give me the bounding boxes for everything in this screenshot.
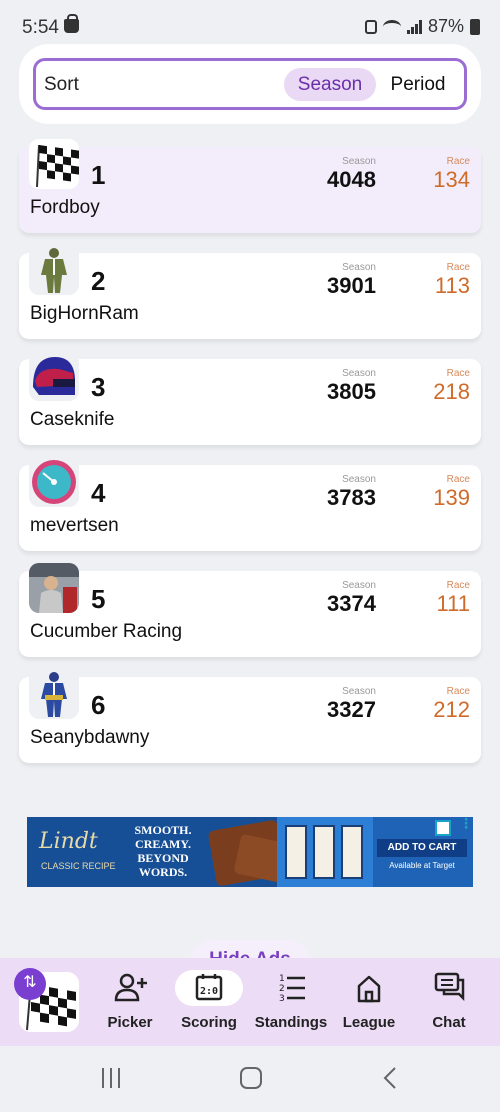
- bottom-nav: ⇅ Picker 2:0 Scoring 1 2 3 Standings Lea…: [0, 958, 500, 1046]
- ad-copy: SMOOTH. CREAMY. BEYOND WORDS.: [134, 823, 192, 879]
- scoreboard-icon: 2:0: [175, 970, 243, 1006]
- green-firesuit-avatar: [29, 245, 79, 295]
- ad-banner[interactable]: Lindt CLASSIC RECIPE SMOOTH. CREAMY. BEY…: [27, 817, 473, 887]
- shopping-bag-icon: [64, 14, 79, 33]
- sort-card: Sort Season Period: [19, 44, 481, 124]
- signal-icon: [406, 19, 422, 34]
- product-image: [277, 817, 373, 887]
- season-label: Season: [342, 156, 376, 167]
- sort-control: Sort Season Period: [33, 58, 467, 110]
- rank: 1: [91, 160, 106, 190]
- battery-percent: 87%: [427, 16, 464, 36]
- standings-row[interactable]: 4 mevertsen Season 3783 Race 139: [19, 457, 481, 551]
- svg-text:1: 1: [279, 974, 285, 984]
- race-points: 111: [436, 591, 470, 616]
- battery-icon: [470, 18, 480, 35]
- nav-label: Standings: [254, 1014, 328, 1031]
- status-time: 5:54: [22, 17, 59, 38]
- season-points: 3374: [327, 591, 376, 616]
- person-add-icon: [114, 973, 147, 1002]
- nav-picker[interactable]: Picker: [89, 970, 171, 1031]
- race-points: 218: [433, 379, 470, 404]
- team-name: Caseknife: [30, 409, 115, 430]
- race-label: Race: [446, 368, 470, 379]
- gauge-avatar: [29, 457, 79, 507]
- svg-text:3: 3: [279, 994, 285, 1004]
- ad-brand: Lindt: [39, 829, 98, 854]
- status-icons: 87%: [364, 16, 480, 37]
- season-points: 3901: [327, 273, 376, 298]
- race-label: Race: [446, 262, 470, 273]
- standings-row[interactable]: 2 BigHornRam Season 3901 Race 113: [19, 245, 481, 339]
- ad-brand-sub: CLASSIC RECIPE: [41, 861, 116, 871]
- standings-row[interactable]: 1 Fordboy Season 4048 Race 134: [19, 139, 481, 233]
- season-points: 3327: [327, 697, 376, 722]
- standings-row[interactable]: 3 Caseknife Season 3805 Race 218: [19, 351, 481, 445]
- home-icon: [357, 975, 381, 1003]
- status-bar: 5:54 87%: [0, 0, 500, 48]
- nav-label: Chat: [432, 1014, 466, 1031]
- team-name: Seanybdawny: [30, 727, 150, 748]
- race-points: 134: [433, 167, 470, 192]
- standings-row[interactable]: 5 Cucumber Racing Season 3374 Race 111: [19, 563, 481, 657]
- race-points: 212: [433, 697, 470, 722]
- chat-icon: [434, 972, 465, 1002]
- wifi-icon: [382, 19, 401, 34]
- checkered-flag-avatar: [29, 139, 79, 189]
- team-name: Cucumber Racing: [30, 621, 183, 642]
- svg-text:2:0: 2:0: [200, 986, 218, 997]
- ranked-list-icon: 1 2 3: [279, 974, 305, 1004]
- system-nav-bar: [0, 1046, 500, 1112]
- race-points: 113: [434, 273, 470, 298]
- race-label: Race: [446, 156, 470, 167]
- recent-apps-icon[interactable]: [100, 1066, 122, 1090]
- switch-team-icon[interactable]: ⇅: [14, 968, 46, 1000]
- helmet-avatar: [29, 351, 79, 401]
- season-points: 4048: [327, 167, 376, 192]
- nav-scoring[interactable]: 2:0 Scoring: [168, 970, 250, 1031]
- nav-label: League: [342, 1014, 396, 1031]
- more-vert-icon[interactable]: ⋮: [459, 817, 473, 830]
- race-label: Race: [446, 474, 470, 485]
- race-points: 139: [433, 485, 470, 510]
- team-name: mevertsen: [30, 515, 119, 536]
- nav-label: Scoring: [181, 1014, 237, 1031]
- blue-firesuit-avatar: [29, 669, 79, 719]
- svg-text:2: 2: [279, 984, 285, 994]
- season-label: Season: [342, 262, 376, 273]
- sort-label: Sort: [44, 74, 79, 95]
- nav-standings[interactable]: 1 2 3 Standings: [250, 970, 332, 1031]
- nav-chat[interactable]: Chat: [408, 970, 490, 1031]
- rank: 6: [91, 690, 106, 720]
- rank: 2: [91, 266, 106, 296]
- race-label: Race: [446, 686, 470, 697]
- season-label: Season: [342, 686, 376, 697]
- season-label: Season: [342, 368, 376, 379]
- ad-choices-icon[interactable]: [435, 820, 451, 836]
- sort-option-period[interactable]: Period: [383, 68, 453, 101]
- alarm-icon: [364, 19, 377, 34]
- season-points: 3783: [327, 485, 376, 510]
- nav-label: Picker: [107, 1014, 153, 1031]
- sort-option-season[interactable]: Season: [284, 68, 376, 101]
- season-points: 3805: [327, 379, 376, 404]
- rank: 3: [91, 372, 106, 402]
- rank: 4: [91, 478, 106, 508]
- team-name: BigHornRam: [30, 303, 139, 324]
- season-label: Season: [342, 474, 376, 485]
- back-icon[interactable]: [382, 1066, 398, 1090]
- nav-league[interactable]: League: [328, 970, 410, 1031]
- ad-cta-sub: Available at Target: [389, 861, 455, 870]
- race-label: Race: [446, 580, 470, 591]
- ad-cta-button[interactable]: ADD TO CART: [377, 839, 467, 857]
- driver-photo-avatar: [29, 563, 79, 613]
- home-button-icon[interactable]: [239, 1066, 263, 1090]
- season-label: Season: [342, 580, 376, 591]
- team-name: Fordboy: [30, 197, 100, 218]
- standings-row[interactable]: 6 Seanybdawny Season 3327 Race 212: [19, 669, 481, 763]
- rank: 5: [91, 584, 106, 614]
